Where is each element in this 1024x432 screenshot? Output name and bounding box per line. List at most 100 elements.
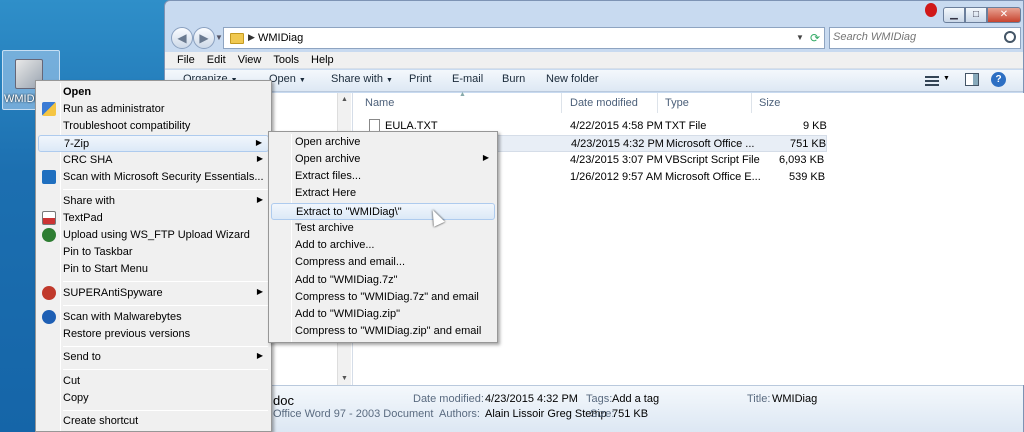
column-name[interactable]: Name	[365, 97, 394, 109]
menu-item-label: SUPERAntiSpyware	[63, 287, 163, 299]
menu-tools[interactable]: Tools	[267, 52, 305, 68]
forward-button[interactable]: ▶	[193, 27, 215, 49]
menu-item-label: CRC SHA	[63, 154, 113, 166]
column-divider[interactable]	[657, 93, 658, 113]
view-dropdown-icon[interactable]: ▼	[943, 75, 950, 82]
submenu-item-compress-7z-email[interactable]: Compress to "WMIDiag.7z" and email	[271, 289, 495, 306]
breadcrumb-arrow-icon[interactable]: ▶	[248, 32, 255, 43]
menu-item-copy[interactable]: Copy	[38, 390, 269, 407]
menu-item-troubleshoot[interactable]: Troubleshoot compatibility	[38, 118, 269, 135]
details-pane: doc Office Word 97 - 2003 Document Date …	[165, 385, 1023, 432]
open-button[interactable]: Open ▼	[269, 73, 306, 85]
new-folder-button[interactable]: New folder	[546, 73, 599, 85]
menu-item-open[interactable]: Open	[38, 84, 269, 101]
menu-item-ws-ftp[interactable]: Upload using WS_FTP Upload Wizard	[38, 227, 269, 244]
submenu-item-compress-email[interactable]: Compress and email...	[271, 254, 495, 271]
details-filename: doc	[273, 393, 294, 408]
submenu-item-add-to-7z[interactable]: Add to "WMIDiag.7z"	[271, 272, 495, 289]
menu-item-crc-sha[interactable]: CRC SHA ▶	[38, 152, 269, 169]
email-button[interactable]: E-mail	[452, 73, 483, 85]
submenu-item-open-archive[interactable]: Open archive	[271, 134, 495, 151]
file-type: Microsoft Office ...	[666, 138, 755, 150]
menu-item-restore-versions[interactable]: Restore previous versions	[38, 326, 269, 343]
back-button[interactable]: ◀	[171, 27, 193, 49]
preview-pane-icon[interactable]	[965, 73, 979, 86]
security-essentials-icon	[42, 170, 56, 184]
command-bar: Organize▼ Open▼ Share with▼ Print E-mail…	[165, 70, 1023, 92]
menu-item-cut[interactable]: Cut	[38, 373, 269, 390]
menu-item-label: Restore previous versions	[63, 328, 191, 340]
file-size: 539 KB	[789, 171, 826, 183]
column-divider[interactable]	[751, 93, 752, 113]
search-input[interactable]	[833, 31, 993, 43]
menu-item-textpad[interactable]: TextPad	[38, 210, 269, 227]
close-button[interactable]: ✕	[987, 7, 1021, 23]
menu-item-malwarebytes[interactable]: Scan with Malwarebytes	[38, 309, 269, 326]
column-type[interactable]: Type	[665, 97, 689, 109]
menu-item-7zip[interactable]: 7-Zip ▶	[38, 135, 269, 152]
menu-help[interactable]: Help	[305, 52, 340, 68]
details-title-value[interactable]: WMIDiag	[772, 393, 817, 405]
address-bar[interactable]: ▶ WMIDiag ▼ ⟳	[223, 27, 825, 49]
menu-item-label: 7-Zip	[64, 138, 90, 150]
column-divider[interactable]	[561, 93, 562, 113]
submenu-arrow-icon: ▶	[256, 287, 263, 296]
menu-file[interactable]: File	[171, 52, 201, 68]
scroll-down-icon[interactable]: ▼	[341, 375, 348, 382]
menu-item-label: Extract files...	[295, 170, 362, 182]
menu-item-label: Test archive	[295, 222, 354, 234]
menu-item-superantispyware[interactable]: SUPERAntiSpyware ▶	[38, 285, 269, 302]
menu-item-pin-taskbar[interactable]: Pin to Taskbar	[38, 244, 269, 261]
menu-item-label: Extract Here	[295, 187, 357, 199]
menu-edit[interactable]: Edit	[201, 52, 232, 68]
menu-item-label: Compress and email...	[295, 256, 406, 268]
details-authors-value[interactable]: Alain Lissoir Greg Stemp	[485, 408, 607, 420]
recent-pages-dropdown[interactable]: ▼	[215, 33, 223, 42]
folder-icon	[230, 33, 244, 44]
menu-item-label: Troubleshoot compatibility	[63, 120, 191, 132]
open-label: Open	[269, 73, 296, 85]
print-button[interactable]: Print	[409, 73, 432, 85]
menu-item-label: Open	[63, 86, 92, 98]
file-date: 4/22/2015 4:58 PM	[570, 120, 663, 132]
change-view-icon[interactable]	[925, 74, 939, 86]
menu-item-create-shortcut[interactable]: Create shortcut	[38, 413, 269, 430]
menu-item-label: Run as administrator	[63, 103, 165, 115]
scroll-up-icon[interactable]: ▲	[341, 96, 348, 103]
search-box[interactable]	[829, 27, 1021, 49]
share-with-label: Share with	[331, 73, 383, 85]
menu-item-label: Open archive	[295, 136, 361, 148]
address-dropdown-icon[interactable]: ▼	[796, 33, 804, 42]
menu-item-run-as-admin[interactable]: Run as administrator	[38, 101, 269, 118]
help-icon[interactable]: ?	[991, 72, 1006, 87]
menu-view[interactable]: View	[232, 52, 268, 68]
menu-item-label: Cut	[63, 375, 81, 387]
details-title-label: Title:	[747, 393, 771, 405]
burn-button[interactable]: Burn	[502, 73, 525, 85]
maximize-button[interactable]: □	[965, 7, 987, 23]
menu-item-share-with[interactable]: Share with ▶	[38, 193, 269, 210]
title-bar: ▁ □ ✕	[165, 1, 1023, 25]
menu-item-pin-start[interactable]: Pin to Start Menu	[38, 261, 269, 278]
minimize-button[interactable]: ▁	[943, 7, 965, 23]
submenu-item-compress-zip-email[interactable]: Compress to "WMIDiag.zip" and email	[271, 323, 495, 340]
menu-item-send-to[interactable]: Send to ▶	[38, 349, 269, 366]
submenu-item-extract-to-folder[interactable]: Extract to "WMIDiag\"	[271, 203, 495, 220]
submenu-item-extract-here[interactable]: Extract Here	[271, 185, 495, 202]
menu-item-security-essentials[interactable]: Scan with Microsoft Security Essentials.…	[38, 169, 269, 186]
column-date[interactable]: Date modified	[570, 97, 638, 109]
submenu-item-add-to-zip[interactable]: Add to "WMIDiag.zip"	[271, 306, 495, 323]
share-with-button[interactable]: Share with ▼	[331, 73, 393, 85]
file-type: TXT File	[665, 120, 707, 132]
details-tags-value[interactable]: Add a tag	[612, 393, 659, 405]
submenu-item-test-archive[interactable]: Test archive	[271, 220, 495, 237]
breadcrumb-current[interactable]: WMIDiag	[258, 32, 303, 44]
column-size[interactable]: Size	[759, 97, 780, 109]
submenu-item-open-archive-more[interactable]: Open archive ▶	[271, 151, 495, 168]
search-icon[interactable]	[1004, 31, 1016, 43]
ws-ftp-icon	[42, 228, 56, 242]
submenu-item-extract-files[interactable]: Extract files...	[271, 168, 495, 185]
submenu-arrow-icon: ▶	[256, 195, 263, 204]
refresh-icon[interactable]: ⟳	[810, 31, 820, 45]
submenu-item-add-to-archive[interactable]: Add to archive...	[271, 237, 495, 254]
